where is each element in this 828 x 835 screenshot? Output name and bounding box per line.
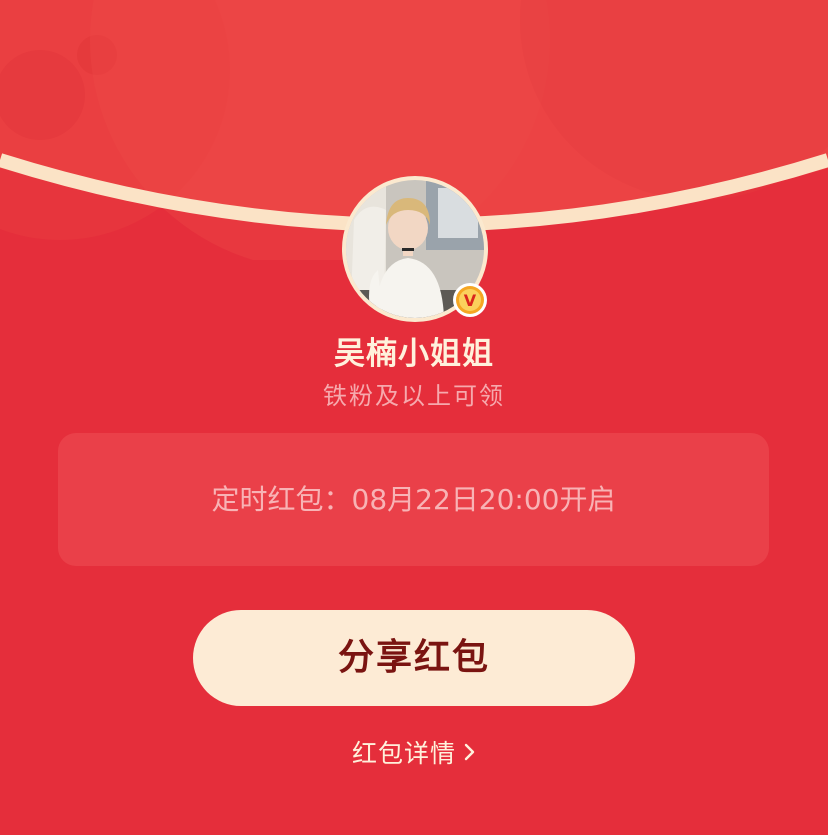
sender-avatar[interactable]: V — [342, 176, 488, 322]
verified-v-icon: V — [453, 283, 487, 317]
sender-name[interactable]: 吴楠小姐姐 — [0, 328, 828, 373]
chevron-right-icon — [464, 743, 475, 761]
share-button-label: 分享红包 — [337, 637, 490, 678]
share-red-packet-button[interactable]: 分享红包 — [193, 610, 635, 706]
details-link-label: 红包详情 — [351, 739, 456, 768]
red-packet-details-link[interactable]: 红包详情 — [340, 732, 488, 772]
timer-info-card: 定时红包：08月22日20:00开启 — [58, 433, 769, 566]
claim-condition: 铁粉及以上可领 — [323, 382, 505, 410]
red-packet-page: V 吴楠小姐姐 铁粉及以上可领 定时红包：08月22日20:00开启 分享红包 … — [0, 0, 828, 835]
timer-text: 定时红包：08月22日20:00开启 — [211, 483, 616, 516]
verified-badge-glyph: V — [464, 291, 477, 310]
